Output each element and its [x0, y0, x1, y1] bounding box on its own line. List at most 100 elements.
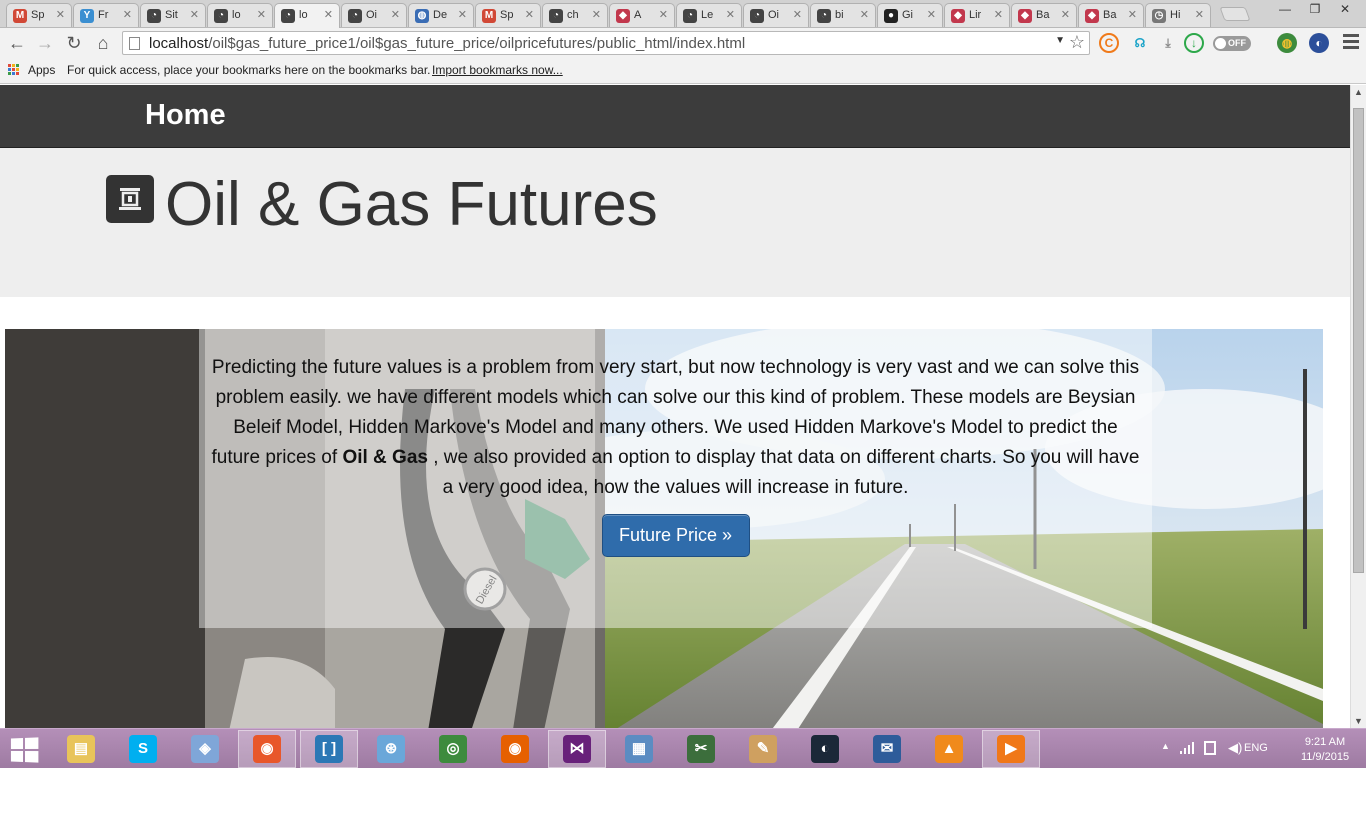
- close-tab-icon[interactable]: ✕: [1128, 8, 1137, 21]
- browser-tab[interactable]: ◔ Oi ✕: [743, 3, 809, 27]
- globe-extension-icon[interactable]: ◍: [1277, 33, 1297, 53]
- title-jumbotron: Oil & Gas Futures: [0, 148, 1350, 297]
- close-tab-icon[interactable]: ✕: [659, 8, 668, 21]
- stackexchange-icon: ◆: [1085, 9, 1099, 23]
- battery-icon[interactable]: [1204, 741, 1216, 755]
- taskbar-app-button[interactable]: ✉: [858, 730, 916, 768]
- taskbar-app-button[interactable]: ◉: [238, 730, 296, 768]
- close-tab-icon[interactable]: ✕: [324, 8, 333, 21]
- browser-tab[interactable]: ◔ bi ✕: [810, 3, 876, 27]
- close-tab-icon[interactable]: ✕: [726, 8, 735, 21]
- taskbar-app-button[interactable]: ⊛: [362, 730, 420, 768]
- close-tab-icon[interactable]: ✕: [525, 8, 534, 21]
- reload-icon[interactable]: ↻: [63, 32, 85, 54]
- power-download-icon[interactable]: ↓: [1184, 33, 1204, 53]
- extension-c-icon[interactable]: C: [1099, 33, 1119, 53]
- browser-tab[interactable]: M Sp ✕: [475, 3, 541, 27]
- page-viewport: Home Oil & Gas Futures Diesel Predicting…: [0, 85, 1350, 728]
- browser-tab[interactable]: ◆ Ba ✕: [1078, 3, 1144, 27]
- taskbar-app-button[interactable]: ✎: [734, 730, 792, 768]
- close-tab-icon[interactable]: ✕: [56, 8, 65, 21]
- hero-bold-text: Oil & Gas: [342, 447, 428, 468]
- browser-tab[interactable]: ◆ Ba ✕: [1011, 3, 1077, 27]
- close-window-button[interactable]: ✕: [1330, 0, 1360, 18]
- localhost-spinner-icon: ◔: [750, 9, 764, 23]
- browser-tab[interactable]: M Sp ✕: [6, 3, 72, 27]
- page-scrollbar[interactable]: ▲ ▼: [1350, 85, 1366, 728]
- forward-arrow-icon[interactable]: →: [34, 32, 56, 54]
- volume-icon[interactable]: ◀): [1228, 740, 1242, 756]
- close-tab-icon[interactable]: ✕: [1061, 8, 1070, 21]
- translate-extension-icon[interactable]: ◐: [1309, 33, 1329, 53]
- close-tab-icon[interactable]: ✕: [592, 8, 601, 21]
- browser-tab[interactable]: ◔ lo ✕: [274, 3, 340, 28]
- clock[interactable]: 9:21 AM 11/9/2015: [1295, 735, 1355, 765]
- taskbar-app-button[interactable]: ▲: [920, 730, 978, 768]
- taskbar-app-button[interactable]: ▦: [610, 730, 668, 768]
- close-tab-icon[interactable]: ✕: [994, 8, 1003, 21]
- close-tab-icon[interactable]: ✕: [927, 8, 936, 21]
- taskbar-app-button[interactable]: ◐: [796, 730, 854, 768]
- history-icon: ◷: [1152, 9, 1166, 23]
- taskbar-app-button[interactable]: S: [114, 730, 172, 768]
- close-tab-icon[interactable]: ✕: [190, 8, 199, 21]
- close-tab-icon[interactable]: ✕: [391, 8, 400, 21]
- scroll-down-icon[interactable]: ▼: [1354, 716, 1363, 726]
- taskbar-app-button[interactable]: ⋈: [548, 730, 606, 768]
- headphones-icon[interactable]: ☊: [1130, 33, 1150, 53]
- tab-title: Lir: [969, 9, 982, 21]
- tab-title: Fr: [98, 9, 109, 21]
- tab-title: Ba: [1036, 9, 1050, 21]
- future-price-button[interactable]: Future Price »: [601, 514, 750, 557]
- omnibox-dropdown-icon[interactable]: ▼: [1055, 35, 1065, 46]
- taskbar-app-button[interactable]: ◉: [486, 730, 544, 768]
- browser-tab[interactable]: ◍ De ✕: [408, 3, 474, 27]
- browser-tab[interactable]: ◔ ch ✕: [542, 3, 608, 27]
- browser-tab[interactable]: ◆ Lir ✕: [944, 3, 1010, 27]
- taskbar-app-button[interactable]: [ ]: [300, 730, 358, 768]
- close-tab-icon[interactable]: ✕: [257, 8, 266, 21]
- scroll-up-icon[interactable]: ▲: [1354, 87, 1363, 97]
- nav-home-link[interactable]: Home: [145, 99, 226, 132]
- taskbar-app-button[interactable]: ✂: [672, 730, 730, 768]
- scroll-thumb[interactable]: [1353, 108, 1364, 573]
- address-bar[interactable]: localhost/oil$gas_future_price1/oil$gas_…: [122, 31, 1090, 55]
- browser-tab[interactable]: ◷ Hi ✕: [1145, 3, 1211, 27]
- taskbar-app-button[interactable]: ◈: [176, 730, 234, 768]
- close-tab-icon[interactable]: ✕: [123, 8, 132, 21]
- apps-shortcut[interactable]: Apps: [28, 63, 55, 77]
- minimize-button[interactable]: —: [1270, 0, 1300, 18]
- browser-tab[interactable]: ◔ Oi ✕: [341, 3, 407, 27]
- taskbar-app-button[interactable]: ▤: [52, 730, 110, 768]
- new-tab-button[interactable]: [1219, 7, 1251, 21]
- taskbar-app-button[interactable]: ▶: [982, 730, 1040, 768]
- show-hidden-icons-icon[interactable]: ▲: [1161, 741, 1170, 751]
- taskbar-app-button[interactable]: ◎: [424, 730, 482, 768]
- download-icon[interactable]: ⤓: [1158, 33, 1178, 53]
- browser-tab[interactable]: ◆ A ✕: [609, 3, 675, 27]
- windows-start-icon[interactable]: [10, 737, 39, 763]
- virtualbox-icon: ◈: [191, 735, 219, 763]
- browser-tab[interactable]: Y Fr ✕: [73, 3, 139, 27]
- close-tab-icon[interactable]: ✕: [860, 8, 869, 21]
- back-arrow-icon[interactable]: ←: [6, 32, 28, 54]
- close-tab-icon[interactable]: ✕: [1195, 8, 1204, 21]
- screen-bottom-margin: [0, 768, 1366, 835]
- extension-toggle[interactable]: OFF: [1213, 36, 1251, 51]
- apps-grid-icon[interactable]: [8, 64, 20, 76]
- browser-tab[interactable]: ● Gi ✕: [877, 3, 943, 27]
- close-tab-icon[interactable]: ✕: [793, 8, 802, 21]
- browser-tab[interactable]: ◔ Sit ✕: [140, 3, 206, 27]
- chrome-menu-icon[interactable]: [1343, 34, 1359, 52]
- home-icon[interactable]: ⌂: [92, 32, 114, 54]
- language-indicator[interactable]: ENG: [1244, 742, 1268, 754]
- bookmark-star-icon[interactable]: ☆: [1069, 32, 1085, 53]
- network-signal-icon[interactable]: [1180, 742, 1194, 754]
- import-bookmarks-link[interactable]: Import bookmarks now...: [432, 63, 563, 77]
- browser-tab[interactable]: ◔ Le ✕: [676, 3, 742, 27]
- restore-button[interactable]: ❐: [1300, 0, 1330, 18]
- browser-tab[interactable]: ◔ lo ✕: [207, 3, 273, 27]
- localhost-spinner-icon: ◔: [683, 9, 697, 23]
- stackexchange-icon: ◆: [951, 9, 965, 23]
- close-tab-icon[interactable]: ✕: [458, 8, 467, 21]
